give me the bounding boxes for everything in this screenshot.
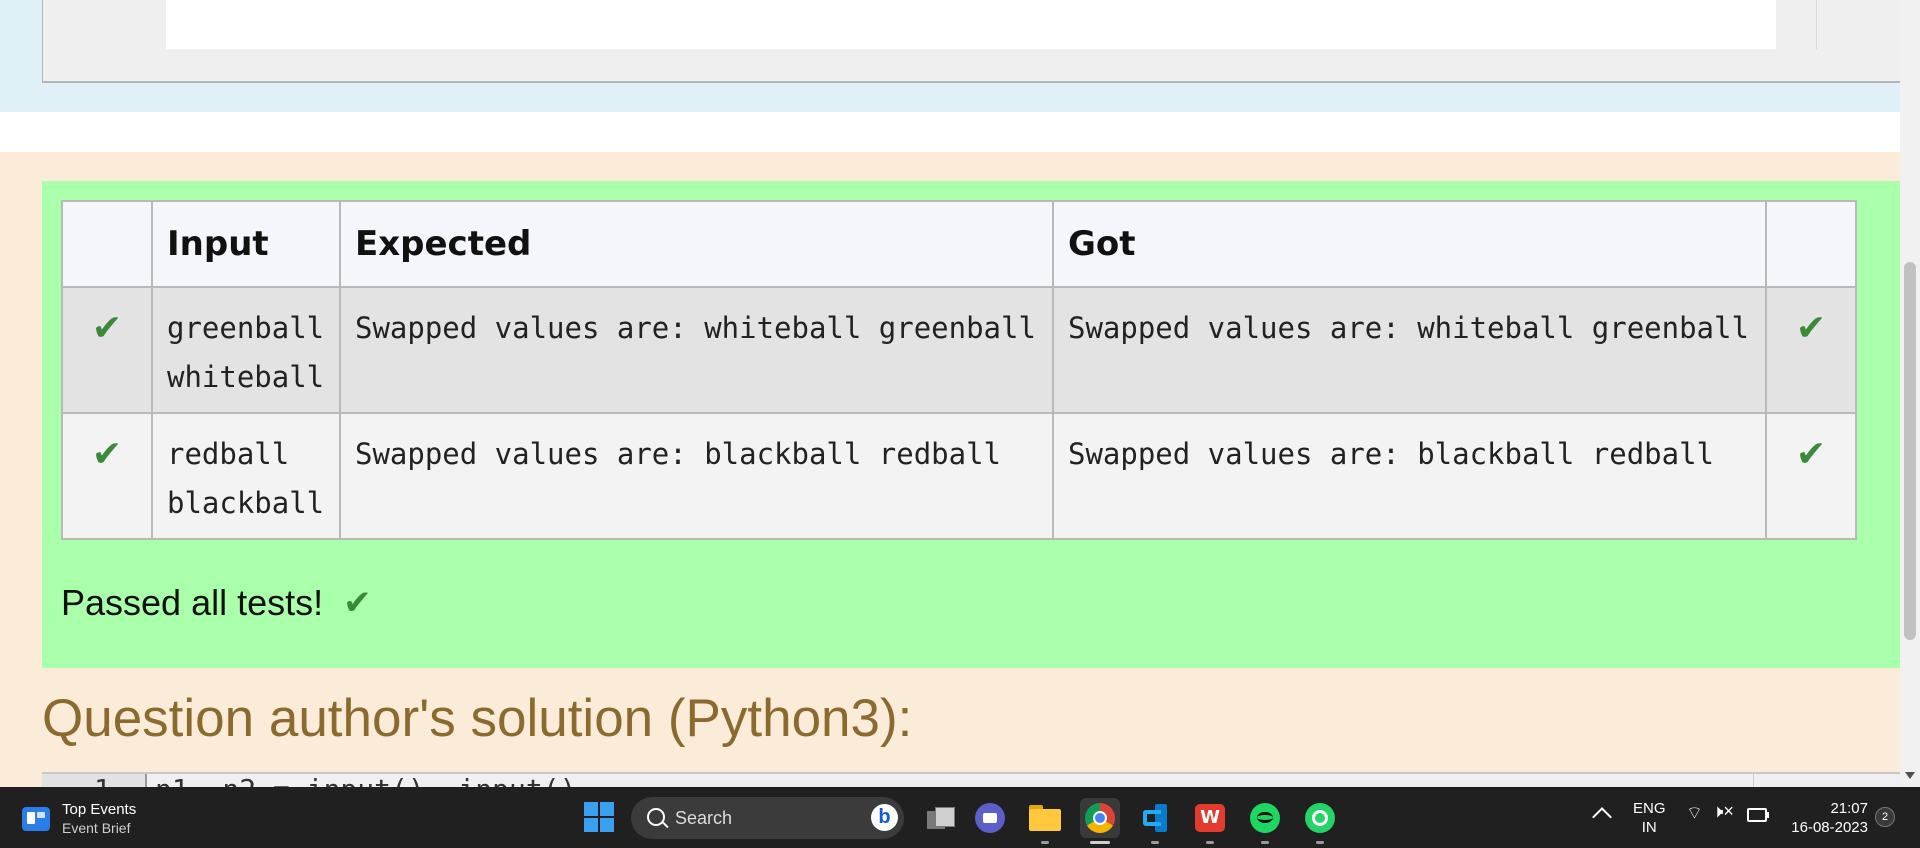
spacer [0, 112, 1900, 152]
status-column-header [61, 200, 153, 288]
table-row: ✔ greenball whiteball Swapped values are… [61, 286, 1857, 414]
chevron-up-icon [1592, 807, 1612, 827]
wifi-icon[interactable]: ⌔ [1686, 802, 1703, 825]
widgets-button[interactable]: Top Events Event Brief [22, 800, 136, 838]
notification-badge[interactable]: 2 [1875, 807, 1895, 827]
expected-cell: Swapped values are: blackball redball [339, 412, 1054, 540]
whatsapp-icon [1305, 803, 1335, 833]
scrollbar-thumb[interactable] [1904, 262, 1916, 640]
clock[interactable]: 21:07 16-08-2023 [1786, 799, 1868, 837]
search-label: Search [675, 808, 733, 828]
check-icon: ✔ [343, 584, 372, 622]
input-cell: greenball whiteball [151, 286, 341, 414]
row-result-cell: ✔ [1765, 412, 1857, 540]
wps-office-icon: W [1195, 804, 1225, 832]
input-column-header: Input [151, 200, 341, 288]
vscode-button[interactable] [1135, 798, 1175, 844]
table-header-row: Input Expected Got [61, 200, 1857, 288]
clock-time: 21:07 [1830, 800, 1868, 817]
battery-icon[interactable] [1747, 808, 1769, 822]
bing-icon[interactable]: b [871, 804, 898, 831]
check-icon: ✔ [1795, 433, 1827, 474]
widget-subtitle: Event Brief [62, 820, 131, 836]
test-results-table: Input Expected Got ✔ greenball whiteball… [61, 200, 1857, 540]
quiz-page: Input Expected Got ✔ greenball whiteball… [0, 0, 1900, 787]
row-status-cell: ✔ [61, 412, 153, 540]
answer-editor[interactable] [166, 0, 1776, 49]
check-icon: ✔ [91, 433, 123, 474]
editor-divider [1816, 0, 1817, 49]
passed-all-tests-message: Passed all tests! ✔ [61, 582, 372, 624]
row-status-cell: ✔ [61, 286, 153, 414]
file-explorer-icon [927, 807, 955, 829]
speaker-muted-icon[interactable]: 🕨× [1712, 801, 1734, 822]
folder-icon [1029, 805, 1061, 831]
expected-cell: Swapped values are: whiteball greenball [339, 286, 1054, 414]
widgets-icon [22, 807, 50, 831]
wps-office-button[interactable]: W [1190, 798, 1230, 844]
answer-editor-frame [42, 0, 1900, 83]
language-line-2: IN [1641, 819, 1657, 836]
got-cell: Swapped values are: whiteball greenball [1052, 286, 1767, 414]
spotify-button[interactable] [1245, 798, 1285, 844]
solution-code-viewer[interactable]: 1 n1, n2 = input(), input() [42, 772, 1900, 787]
result-column-header [1765, 200, 1857, 288]
check-icon: ✔ [91, 307, 123, 348]
widget-text: Top Events Event Brief [62, 800, 136, 838]
whatsapp-button[interactable] [1300, 798, 1340, 844]
clock-date: 16-08-2023 [1791, 819, 1868, 836]
line-number-gutter: 1 [42, 774, 147, 787]
got-column-header: Got [1052, 200, 1767, 288]
answer-editor-band [0, 0, 1900, 112]
input-language-indicator[interactable]: ENG IN [1633, 799, 1666, 837]
file-explorer-button[interactable] [1025, 798, 1065, 844]
show-hidden-icons-button[interactable] [1590, 801, 1614, 827]
task-view-button[interactable] [920, 798, 960, 838]
code-line: n1, n2 = input(), input() [155, 776, 576, 788]
windows-logo-icon [584, 802, 598, 816]
row-result-cell: ✔ [1765, 286, 1857, 414]
taskbar-search[interactable]: Search b [631, 797, 904, 839]
page-scrollbar[interactable] [1900, 0, 1920, 787]
table-row: ✔ redball blackball Swapped values are: … [61, 412, 1857, 540]
search-icon [647, 808, 665, 826]
code-divider [1753, 774, 1754, 787]
passed-text: Passed all tests! [61, 582, 324, 623]
meet-icon [975, 803, 1005, 833]
spotify-icon [1250, 803, 1280, 833]
got-cell: Swapped values are: blackball redball [1052, 412, 1767, 540]
chrome-icon [1085, 803, 1115, 833]
language-line-1: ENG [1633, 800, 1666, 817]
line-number: 1 [94, 776, 111, 788]
check-icon: ✔ [1795, 307, 1827, 348]
vscode-icon [1141, 804, 1169, 832]
widget-title: Top Events [62, 801, 137, 818]
scroll-down-arrow-icon[interactable] [1905, 772, 1915, 779]
solution-heading: Question author's solution (Python3): [42, 689, 913, 748]
meet-button[interactable] [970, 798, 1010, 838]
expected-column-header: Expected [339, 200, 1054, 288]
windows-taskbar: Top Events Event Brief Search b W ENG IN… [0, 787, 1920, 848]
start-button[interactable] [584, 802, 614, 832]
chrome-button[interactable] [1080, 798, 1120, 844]
input-cell: redball blackball [151, 412, 341, 540]
